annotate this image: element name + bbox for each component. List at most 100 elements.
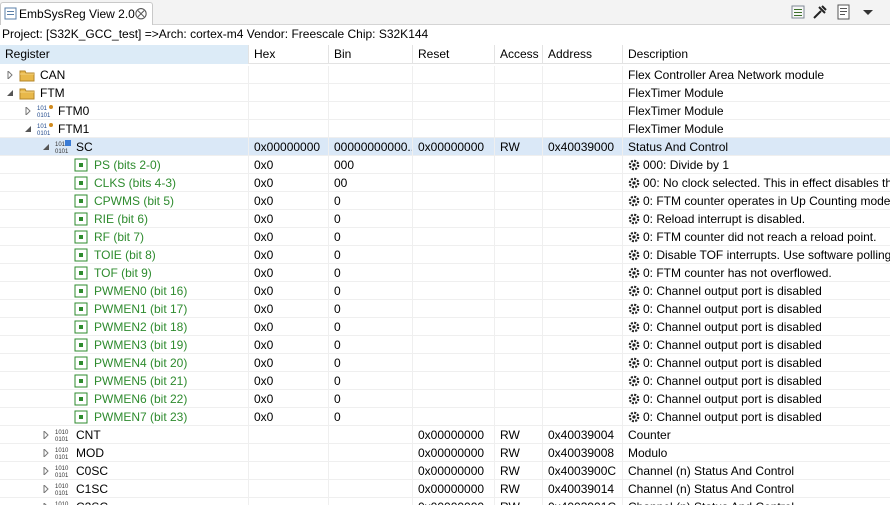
field-row[interactable]: PWMEN1 (bit 17) 0x0 0 0: Channel output por… bbox=[0, 300, 890, 318]
gear-icon[interactable] bbox=[628, 177, 640, 189]
bin-cell[interactable]: 0 bbox=[328, 354, 412, 372]
collapsed-arrow-icon[interactable] bbox=[42, 467, 50, 475]
field-row[interactable]: TOF (bit 9) 0x0 0 0: FTM counter has not ov… bbox=[0, 264, 890, 282]
register-row[interactable]: 1010 0101 MOD 0x00000000 RW 0x40039008 Modulo bbox=[0, 444, 890, 462]
collapsed-arrow-icon[interactable] bbox=[42, 485, 50, 493]
gear-icon[interactable] bbox=[628, 357, 640, 369]
register-row[interactable]: 1010 0101 SC 0x00000000 00000000000... 0x0000… bbox=[0, 138, 890, 156]
col-register[interactable]: Register bbox=[0, 45, 248, 64]
register-row[interactable]: 10100101 C2SC 0x00000000RW0x4003901C Channe… bbox=[0, 498, 890, 505]
field-row[interactable]: CPWMS (bit 5) 0x0 0 0: FTM counter operates… bbox=[0, 192, 890, 210]
hex-cell[interactable]: 0x0 bbox=[248, 336, 328, 354]
bin-cell[interactable]: 0 bbox=[328, 336, 412, 354]
gear-icon[interactable] bbox=[628, 159, 640, 171]
field-row[interactable]: PWMEN7 (bit 23) 0x0 0 0: Channel output por… bbox=[0, 408, 890, 426]
gear-icon[interactable] bbox=[628, 411, 640, 423]
hex-cell[interactable]: 0x0 bbox=[248, 372, 328, 390]
bin-cell[interactable]: 0 bbox=[328, 372, 412, 390]
peripheral-row[interactable]: CAN Flex Controller Area Network module bbox=[0, 66, 890, 84]
col-hex[interactable]: Hex bbox=[248, 45, 328, 64]
field-row[interactable]: PWMEN0 (bit 16) 0x0 0 0: Channel output por… bbox=[0, 282, 890, 300]
bin-cell[interactable]: 00 bbox=[328, 174, 412, 192]
hex-cell[interactable]: 0x0 bbox=[248, 390, 328, 408]
field-row[interactable]: PWMEN3 (bit 19) 0x0 0 0: Channel output por… bbox=[0, 336, 890, 354]
expanded-arrow-icon[interactable] bbox=[6, 89, 14, 97]
collapsed-arrow-icon[interactable] bbox=[24, 107, 32, 115]
close-tab-icon[interactable]: ⨂ bbox=[135, 6, 147, 20]
collapsed-arrow-icon[interactable] bbox=[42, 431, 50, 439]
bin-cell[interactable]: 0 bbox=[328, 264, 412, 282]
bin-cell[interactable]: 0 bbox=[328, 192, 412, 210]
gear-icon[interactable] bbox=[628, 213, 640, 225]
bin-cell[interactable]: 0 bbox=[328, 228, 412, 246]
bin-cell[interactable]: 0 bbox=[328, 282, 412, 300]
field-icon bbox=[74, 410, 88, 424]
hex-cell[interactable]: 0x0 bbox=[248, 210, 328, 228]
bin-cell[interactable]: 0 bbox=[328, 318, 412, 336]
bin-cell[interactable]: 0 bbox=[328, 300, 412, 318]
description-text: 0: FTM counter operates in Up Counting m… bbox=[643, 194, 890, 208]
bin-cell[interactable]: 0 bbox=[328, 408, 412, 426]
field-row[interactable]: PWMEN5 (bit 21) 0x0 0 0: Channel output por… bbox=[0, 372, 890, 390]
hex-cell[interactable]: 0x0 bbox=[248, 282, 328, 300]
hex-cell[interactable]: 0x0 bbox=[248, 156, 328, 174]
field-row[interactable]: PWMEN6 (bit 22) 0x0 0 0: Channel output por… bbox=[0, 390, 890, 408]
hex-cell[interactable]: 0x0 bbox=[248, 174, 328, 192]
register-name: FTM1 bbox=[58, 122, 90, 136]
cluster-row[interactable]: 101 0101 FTM1 FlexTimer Module bbox=[0, 120, 890, 138]
peripheral-row[interactable]: FTM FlexTimer Module bbox=[0, 84, 890, 102]
collapsed-arrow-icon[interactable] bbox=[42, 449, 50, 457]
view-tab[interactable]: EmbSysReg View 2.0 ⨂ bbox=[0, 2, 153, 25]
bin-cell[interactable]: 0 bbox=[328, 246, 412, 264]
field-row[interactable]: PWMEN4 (bit 20) 0x0 0 0: Channel output por… bbox=[0, 354, 890, 372]
hex-cell[interactable]: 0x0 bbox=[248, 228, 328, 246]
field-row[interactable]: PS (bits 2-0) 0x0 000 000: Divide by 1 bbox=[0, 156, 890, 174]
hex-cell[interactable]: 0x0 bbox=[248, 264, 328, 282]
field-row[interactable]: TOIE (bit 8) 0x0 0 0: Disable TOF interrupt… bbox=[0, 246, 890, 264]
col-description[interactable]: Description bbox=[622, 45, 890, 64]
gear-icon[interactable] bbox=[628, 267, 640, 279]
bin-cell bbox=[328, 444, 412, 462]
hex-cell[interactable]: 0x0 bbox=[248, 408, 328, 426]
access-cell bbox=[494, 372, 542, 390]
gear-icon[interactable] bbox=[628, 231, 640, 243]
hex-cell[interactable]: 0x0 bbox=[248, 354, 328, 372]
hex-cell[interactable]: 0x0 bbox=[248, 192, 328, 210]
gear-icon[interactable] bbox=[628, 195, 640, 207]
expanded-arrow-icon[interactable] bbox=[42, 143, 50, 151]
expanded-arrow-icon[interactable] bbox=[24, 125, 32, 133]
bin-cell[interactable]: 0 bbox=[328, 210, 412, 228]
gear-icon[interactable] bbox=[628, 303, 640, 315]
register-row[interactable]: 1010 0101 C0SC 0x00000000 RW 0x4003900C Channe… bbox=[0, 462, 890, 480]
hex-cell[interactable]: 0x0 bbox=[248, 300, 328, 318]
register-row[interactable]: 1010 0101 C1SC 0x00000000 RW 0x40039014 Channe… bbox=[0, 480, 890, 498]
hex-cell[interactable]: 0x0 bbox=[248, 318, 328, 336]
col-reset[interactable]: Reset bbox=[412, 45, 494, 64]
field-row[interactable]: RIE (bit 6) 0x0 0 0: Reload interrupt is di… bbox=[0, 210, 890, 228]
gear-icon[interactable] bbox=[628, 339, 640, 351]
bin-cell[interactable]: 0 bbox=[328, 390, 412, 408]
gear-icon[interactable] bbox=[628, 285, 640, 297]
col-bin[interactable]: Bin bbox=[328, 45, 412, 64]
field-row[interactable]: CLKS (bits 4-3) 0x0 00 00: No clock selecte… bbox=[0, 174, 890, 192]
gear-icon[interactable] bbox=[628, 393, 640, 405]
gear-icon[interactable] bbox=[628, 321, 640, 333]
checklist-icon[interactable] bbox=[790, 4, 806, 20]
gear-icon[interactable] bbox=[628, 249, 640, 261]
connect-icon[interactable] bbox=[812, 4, 828, 20]
cluster-row[interactable]: 101 0101 FTM0 FlexTimer Module bbox=[0, 102, 890, 120]
field-row[interactable]: RF (bit 7) 0x0 0 0: FTM counter did not rea… bbox=[0, 228, 890, 246]
notes-icon[interactable] bbox=[836, 4, 852, 20]
register-name: PWMEN7 (bit 23) bbox=[94, 410, 188, 424]
bin-cell[interactable]: 000 bbox=[328, 156, 412, 174]
hex-cell[interactable]: 0x0 bbox=[248, 246, 328, 264]
col-address[interactable]: Address bbox=[542, 45, 622, 64]
collapsed-arrow-icon[interactable] bbox=[6, 71, 14, 79]
view-menu-icon[interactable] bbox=[860, 4, 876, 20]
hex-cell bbox=[248, 444, 328, 462]
register-row[interactable]: 1010 0101 CNT 0x00000000 RW 0x40039004 Counter bbox=[0, 426, 890, 444]
description-cell: Channel (n) Status And Control bbox=[622, 462, 890, 480]
col-access[interactable]: Access bbox=[494, 45, 542, 64]
field-row[interactable]: PWMEN2 (bit 18) 0x0 0 0: Channel output por… bbox=[0, 318, 890, 336]
gear-icon[interactable] bbox=[628, 375, 640, 387]
